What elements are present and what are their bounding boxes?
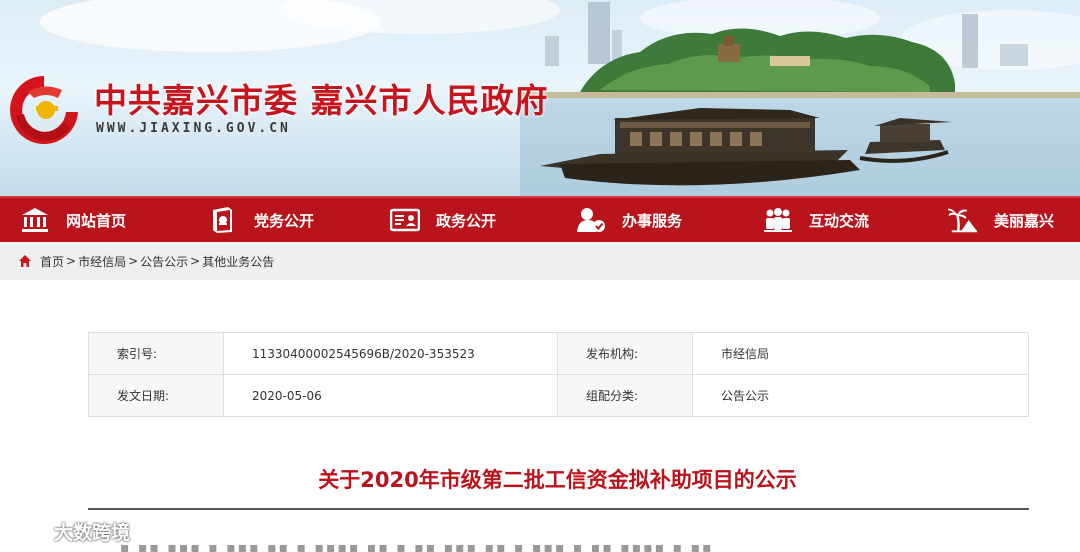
breadcrumb-item-other-notices[interactable]: 其他业务公告	[202, 253, 274, 270]
nav-item-label: 网站首页	[66, 211, 127, 230]
article-title: 关于2020年市级第二批工信资金拟补助项目的公示	[318, 468, 797, 492]
breadcrumb-separator: >	[66, 254, 77, 268]
index-value: 11330400002545696B/2020-353523	[223, 332, 558, 375]
home-icon	[19, 255, 31, 267]
nav-item-government-affairs[interactable]: 政务公开	[390, 198, 496, 242]
article-body-fragment: ▪ ▪▪ ▪▪▪ ▪ ▪▪▪ ▪▪ ▪ ▪▪▪▪ ▪▪ ▪ ▪▪ ▪▪▪ ▪▪ …	[120, 540, 714, 552]
watermark-text: 大数跨境	[54, 522, 131, 544]
category-label: 组配分类:	[557, 374, 693, 417]
nav-item-home[interactable]: 网站首页	[20, 198, 126, 242]
breadcrumb-item-home[interactable]: 首页	[40, 253, 64, 270]
palm-tree-icon	[948, 205, 978, 235]
breadcrumb-item-bureau[interactable]: 市经信局	[78, 253, 126, 270]
title-divider	[88, 508, 1029, 510]
museum-icon	[20, 205, 50, 235]
nav-item-label: 互动交流	[809, 211, 870, 230]
main-nav: 网站首页 党务公开 政务公开 办事服务 互动交流 美丽嘉兴	[0, 196, 1080, 242]
nav-item-services[interactable]: 办事服务	[576, 198, 682, 242]
breadcrumb: 首页 > 市经信局 > 公告公示 > 其他业务公告	[0, 242, 1080, 280]
org-label: 发布机构:	[557, 332, 693, 375]
breadcrumb-item-announcements[interactable]: 公告公示	[140, 253, 188, 270]
category-value: 公告公示	[692, 374, 1029, 417]
nav-item-label: 美丽嘉兴	[994, 211, 1055, 230]
breadcrumb-separator: >	[128, 254, 139, 268]
party-book-icon	[208, 205, 238, 235]
index-label: 索引号:	[88, 332, 224, 375]
document-meta-table: 索引号: 11330400002545696B/2020-353523 发布机构…	[88, 332, 1029, 417]
nav-item-party-affairs[interactable]: 党务公开	[208, 198, 314, 242]
org-value: 市经信局	[692, 332, 1029, 375]
nav-item-label: 党务公开	[254, 211, 315, 230]
people-group-icon	[763, 205, 793, 235]
nav-item-label: 政务公开	[436, 211, 497, 230]
table-row: 索引号: 11330400002545696B/2020-353523 发布机构…	[88, 332, 1029, 375]
date-value: 2020-05-06	[223, 374, 558, 417]
breadcrumb-separator: >	[190, 254, 201, 268]
header-banner: 中共嘉兴市委 嘉兴市人民政府 WWW.JIAXING.GOV.CN	[0, 0, 1080, 196]
site-title: 中共嘉兴市委 嘉兴市人民政府	[94, 81, 549, 120]
service-user-icon	[576, 205, 606, 235]
nav-item-label: 办事服务	[622, 211, 683, 230]
table-row: 发文日期: 2020-05-06 组配分类: 公告公示	[88, 374, 1029, 417]
site-url: WWW.JIAXING.GOV.CN	[96, 121, 291, 136]
nav-item-interaction[interactable]: 互动交流	[763, 198, 869, 242]
watermark: 大数跨境	[8, 518, 130, 545]
party-emblem-logo	[10, 76, 78, 144]
watermark-logo-icon	[10, 520, 48, 537]
government-card-icon	[390, 205, 420, 235]
nav-item-beautiful-jiaxing[interactable]: 美丽嘉兴	[948, 198, 1054, 242]
date-label: 发文日期:	[88, 374, 224, 417]
